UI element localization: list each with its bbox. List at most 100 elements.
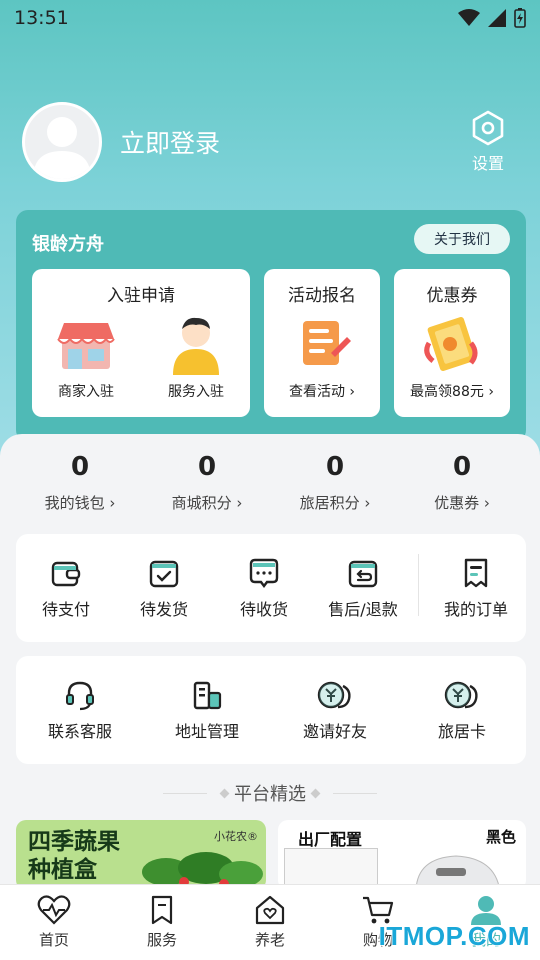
wallet-value: 0 — [70, 452, 90, 482]
house-heart-icon — [255, 895, 285, 925]
travel-points-stat[interactable]: 0 旅居积分 › — [275, 452, 395, 513]
accessory-grid-image — [284, 848, 378, 888]
order-pending-payment-label: 待支付 — [41, 600, 90, 619]
gear-icon — [472, 110, 504, 146]
my-orders[interactable]: 我的订单 — [426, 556, 526, 620]
section-line-left — [163, 792, 207, 794]
section-line-right — [333, 792, 377, 794]
order-pending-receive[interactable]: 待收货 — [214, 556, 314, 620]
order-refund-label: 售后/退款 — [328, 600, 398, 619]
chat-bubble-icon — [249, 558, 279, 588]
status-icons — [458, 8, 526, 28]
avatar[interactable] — [22, 102, 102, 182]
about-us-button[interactable]: 关于我们 — [414, 224, 510, 254]
service-travel-card[interactable]: 旅居卡 — [412, 678, 512, 742]
promo-planting-box[interactable]: 四季蔬果 种植盒 小花农® — [16, 820, 266, 890]
battery-icon — [514, 8, 526, 28]
strawberry-plant-image — [142, 852, 263, 889]
nav-home-label: 首页 — [38, 931, 69, 949]
promo-factory-config[interactable]: 出厂配置 黑色 — [278, 820, 526, 890]
service-invite[interactable]: 邀请好友 — [285, 678, 385, 742]
ark-card: 银龄方舟 关于我们 入驻申请 商家入驻 服务入驻 活动报名 查看活动 › 优惠券… — [16, 210, 526, 442]
promo-color-tag: 黑色 — [485, 828, 516, 846]
coins-icon — [444, 681, 478, 709]
nav-elderly-care-label: 养老 — [254, 931, 285, 949]
coupons-label: 优惠券 › — [434, 494, 490, 512]
building-icon — [193, 681, 222, 710]
coins-icon — [317, 681, 351, 709]
wallet-stat[interactable]: 0 我的钱包 › — [20, 452, 140, 513]
activity-link-item[interactable]: 查看活动 › — [264, 313, 380, 401]
profile-login[interactable]: 立即登录 — [22, 102, 220, 182]
service-invite-label: 邀请好友 — [302, 722, 367, 741]
coupon-card[interactable]: 优惠券 最高领88元 › — [394, 269, 510, 417]
promo-factory-title: 出厂配置 — [298, 830, 363, 849]
mall-points-stat[interactable]: 0 商城积分 › — [147, 452, 267, 513]
coupons-label-text: 优惠券 — [434, 494, 480, 512]
order-refund[interactable]: 售后/退款 — [313, 556, 413, 620]
person-join-icon — [173, 317, 219, 375]
apply-title: 入驻申请 — [107, 286, 175, 306]
merchant-join-label: 商家入驻 — [58, 384, 114, 400]
section-title-text: 平台精选 — [234, 784, 306, 805]
wifi-icon — [458, 9, 480, 26]
diamond-icon — [310, 788, 321, 798]
coupon-link-text: 最高领88元 — [410, 384, 484, 400]
shop-icon — [57, 323, 115, 369]
heartbeat-icon — [37, 895, 71, 925]
nav-service[interactable]: 服务 — [122, 895, 202, 950]
activity-card[interactable]: 活动报名 查看活动 › — [264, 269, 380, 417]
bottom-nav: 首页 服务 养老 购物 我的 ITMOP.COM — [0, 884, 540, 960]
service-join-item[interactable]: 服务入驻 — [160, 313, 232, 401]
service-join-label: 服务入驻 — [168, 384, 224, 400]
mall-points-label-text: 商城积分 — [171, 494, 232, 512]
activity-link-text: 查看活动 — [288, 384, 345, 400]
apply-card: 入驻申请 商家入驻 服务入驻 — [32, 269, 250, 417]
nav-home[interactable]: 首页 — [14, 895, 94, 950]
order-pending-ship[interactable]: 待发货 — [114, 556, 214, 620]
watermark-logo: ITMOP.COM — [378, 921, 530, 951]
receipt-icon — [464, 558, 488, 588]
merchant-join-item[interactable]: 商家入驻 — [50, 313, 122, 401]
order-pending-ship-label: 待发货 — [139, 600, 188, 619]
services-card: 联系客服 地址管理 邀请好友 旅居卡 — [16, 656, 526, 764]
promo-planting-title-line2: 种植盒 — [28, 857, 97, 883]
status-bar: 13:51 — [0, 0, 540, 36]
service-contact[interactable]: 联系客服 — [30, 678, 130, 742]
order-pending-receive-label: 待收货 — [239, 600, 288, 619]
ark-title: 银龄方舟 — [32, 234, 104, 255]
activity-title: 活动报名 — [288, 286, 356, 306]
nav-elderly-care[interactable]: 养老 — [230, 895, 310, 950]
coupons-stat[interactable]: 0 优惠券 › — [402, 452, 522, 513]
nav-service-label: 服务 — [146, 931, 177, 949]
coupon-link[interactable]: 最高领88元 › — [410, 381, 494, 401]
wallet-icon — [51, 561, 81, 587]
promo-planting-title: 四季蔬果 种植盒 — [28, 828, 120, 884]
refund-box-icon — [348, 560, 378, 588]
activity-link[interactable]: 查看活动 › — [289, 381, 355, 401]
settings-label: 设置 — [471, 154, 504, 173]
signal-icon — [488, 9, 506, 27]
scroll-document-icon — [303, 321, 351, 365]
orders-divider — [418, 554, 419, 616]
mall-points-value: 0 — [197, 452, 217, 482]
wallet-label: 我的钱包 › — [44, 494, 116, 512]
login-link[interactable]: 立即登录 — [120, 124, 220, 160]
service-address[interactable]: 地址管理 — [157, 678, 257, 742]
wallet-label-text: 我的钱包 — [44, 494, 105, 512]
diamond-icon — [219, 788, 230, 798]
box-check-icon — [149, 560, 179, 588]
promo-planting-title-line1: 四季蔬果 — [28, 829, 120, 855]
headset-icon — [66, 681, 94, 711]
default-avatar-icon — [33, 117, 91, 179]
settings-button[interactable]: 设置 — [468, 110, 508, 174]
my-orders-label: 我的订单 — [443, 600, 508, 619]
section-title: 平台精选 — [0, 780, 540, 806]
bookmark-icon — [151, 895, 173, 925]
status-time: 13:51 — [14, 7, 69, 29]
coupon-link-item[interactable]: 最高领88元 › — [394, 313, 510, 401]
coupons-value: 0 — [452, 452, 472, 482]
orders-card: 待支付 待发货 待收货 售后/退款 我的订单 — [16, 534, 526, 642]
order-pending-payment[interactable]: 待支付 — [16, 556, 116, 620]
coupon-title: 优惠券 — [426, 286, 478, 306]
